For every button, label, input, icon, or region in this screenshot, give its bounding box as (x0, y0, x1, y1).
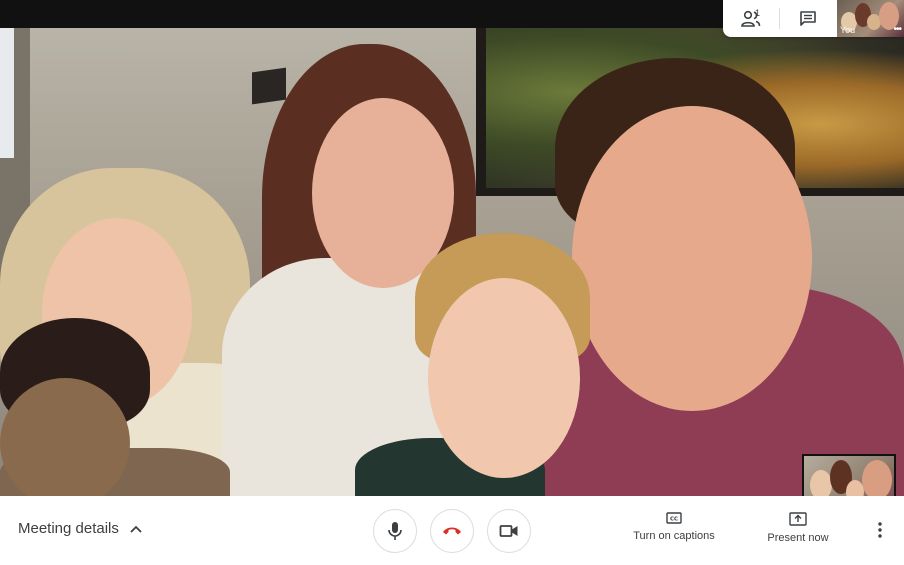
bottom-controls-bar: Meeting details CC Turn on captions Pres… (0, 496, 904, 565)
end-call-button[interactable] (430, 509, 474, 553)
video-camera-icon (499, 525, 518, 537)
microphone-icon (388, 522, 402, 540)
participants-button[interactable]: 1 (723, 0, 779, 37)
self-label: You (840, 25, 856, 35)
doll-face (0, 378, 130, 496)
pip-person (862, 460, 892, 500)
meeting-details-label: Meeting details (18, 520, 119, 537)
captions-label: Turn on captions (633, 530, 715, 542)
man-face (572, 106, 812, 411)
hang-up-icon (443, 527, 461, 535)
meet-call-window: 1 You ••• Meeting details CC Turn on cap… (0, 0, 904, 565)
present-label: Present now (767, 532, 829, 544)
closed-captions-icon: CC (666, 512, 682, 524)
self-video-thumbnail[interactable]: You ••• (837, 0, 904, 37)
window-light (0, 28, 14, 158)
participant-count: 1 (755, 8, 761, 18)
chat-icon (800, 10, 816, 26)
captions-button[interactable]: CC Turn on captions (626, 512, 722, 542)
more-dots-icon[interactable]: ••• (893, 24, 901, 35)
chat-button[interactable] (780, 0, 836, 37)
boy-face (428, 278, 580, 478)
chevron-up-icon (130, 525, 142, 533)
svg-text:CC: CC (670, 517, 678, 523)
present-now-button[interactable]: Present now (760, 512, 836, 544)
present-screen-icon (789, 512, 807, 526)
camera-button[interactable] (487, 509, 531, 553)
top-right-panel: 1 You ••• (723, 0, 904, 37)
wall-speaker (252, 67, 286, 105)
main-video-feed (0, 28, 904, 496)
more-vert-icon (878, 522, 882, 538)
meeting-details-button[interactable]: Meeting details (18, 520, 143, 537)
microphone-button[interactable] (373, 509, 417, 553)
more-options-button[interactable] (868, 518, 892, 542)
